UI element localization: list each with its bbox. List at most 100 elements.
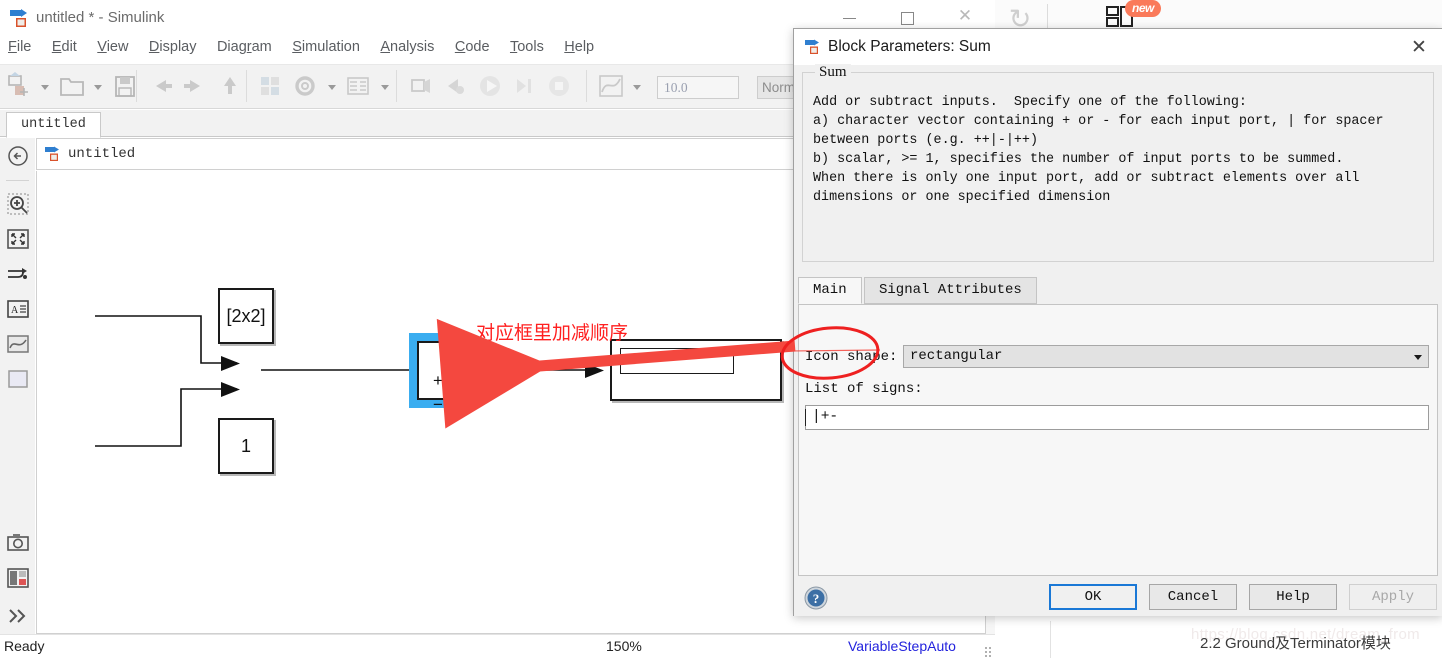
simulation-mode-select[interactable]: Norm <box>757 76 797 99</box>
menu-edit[interactable]: Edit <box>44 36 85 58</box>
dialog-title: Block Parameters: Sum <box>828 38 991 56</box>
sum-block[interactable]: + − <box>409 333 465 408</box>
new-model-caret-icon[interactable] <box>38 68 52 104</box>
tab-untitled[interactable]: untitled <box>6 112 101 138</box>
scope-viewer-icon[interactable] <box>6 332 30 356</box>
icon-shape-label: Icon shape: <box>805 349 897 365</box>
menu-analysis[interactable]: Analysis <box>372 36 442 58</box>
status-ready-text: Ready <box>4 638 44 654</box>
canvas-red-annotation: 对应框里加减顺序 <box>476 318 628 345</box>
block-description: Add or subtract inputs. Specify one of t… <box>813 93 1427 207</box>
step-forward-icon[interactable] <box>509 68 539 104</box>
menu-file[interactable]: File <box>0 36 39 58</box>
toolbar-divider-1 <box>136 70 137 102</box>
simulink-icon <box>8 7 30 29</box>
background-heading: 2.2 Ground及Terminator模块 <box>1200 632 1391 653</box>
annotation-icon[interactable]: A <box>6 297 30 321</box>
tab-main[interactable]: Main <box>798 277 862 304</box>
list-of-signs-value: |+- <box>812 409 838 425</box>
simulink-model-icon <box>44 145 62 163</box>
help-question-icon[interactable]: ? <box>804 586 828 610</box>
up-arrow-icon[interactable] <box>215 68 245 104</box>
tab-panel-main: Icon shape: rectangular List of signs: |… <box>798 304 1438 576</box>
sum-minus-sign: − <box>433 395 443 415</box>
run-icon[interactable] <box>475 68 505 104</box>
dialog-title-bar: Block Parameters: Sum ✕ <box>794 29 1442 65</box>
background-divider <box>1050 621 1051 658</box>
status-bar: Ready 150% VariableStepAuto <box>0 634 995 658</box>
list-of-signs-input[interactable]: |+- <box>805 405 1429 430</box>
display-block-readout <box>620 348 734 374</box>
model-config-caret-icon[interactable] <box>325 68 339 104</box>
open-folder-caret-icon[interactable] <box>91 68 105 104</box>
text-caret <box>805 409 806 426</box>
model-explorer-icon[interactable] <box>343 68 373 104</box>
toolbar-divider-3 <box>396 70 397 102</box>
dialog-body: Sum Add or subtract inputs. Specify one … <box>794 65 1442 580</box>
list-of-signs-label: List of signs: <box>805 381 923 397</box>
icon-shape-value: rectangular <box>910 348 1002 364</box>
simulation-time-input[interactable]: 10.0 <box>657 76 739 99</box>
toolbar-divider-2 <box>246 70 247 102</box>
block-icon[interactable] <box>6 367 30 391</box>
dialog-footer: ? OK Cancel Help Apply <box>794 580 1442 616</box>
model-explorer-caret-icon[interactable] <box>378 68 392 104</box>
new-model-icon[interactable] <box>4 68 34 104</box>
library-browser-icon[interactable] <box>256 68 286 104</box>
step-back-icon[interactable] <box>440 68 470 104</box>
menu-view[interactable]: View <box>89 36 136 58</box>
menu-display[interactable]: Display <box>141 36 205 58</box>
menu-diagram[interactable]: Diagram <box>209 36 280 58</box>
simulink-block-icon <box>804 38 822 56</box>
canvas-left-toolbar: A <box>0 138 35 634</box>
forward-arrow-icon[interactable] <box>180 68 210 104</box>
svg-text:A: A <box>11 305 19 316</box>
apply-button: Apply <box>1349 584 1437 610</box>
constant-1-block[interactable]: 1 <box>218 418 274 474</box>
sum-block-body: + − <box>417 341 457 400</box>
ok-button[interactable]: OK <box>1049 584 1137 610</box>
back-arrow-icon[interactable] <box>146 68 176 104</box>
block-parameters-dialog: Block Parameters: Sum ✕ Sum Add or subtr… <box>793 28 1442 616</box>
status-solver-link[interactable]: VariableStepAuto <box>848 638 956 654</box>
signal-routing-icon[interactable] <box>6 262 30 286</box>
status-zoom-level[interactable]: 150% <box>606 638 642 654</box>
description-group: Sum Add or subtract inputs. Specify one … <box>802 72 1434 262</box>
dialog-tabs: Main Signal Attributes <box>798 277 1438 305</box>
svg-text:?: ? <box>813 591 820 606</box>
tab-signal-attributes[interactable]: Signal Attributes <box>864 277 1037 304</box>
constant-1-label: 1 <box>220 420 272 472</box>
back-to-parent-icon[interactable] <box>6 144 30 168</box>
menu-code[interactable]: Code <box>447 36 498 58</box>
print-image-icon[interactable] <box>6 566 30 590</box>
window-title: untitled * - Simulink <box>36 9 164 26</box>
icon-shape-select[interactable]: rectangular <box>903 345 1429 368</box>
scope-icon[interactable] <box>596 68 626 104</box>
toolbar-divider-4 <box>586 70 587 102</box>
scope-caret-icon[interactable] <box>630 68 644 104</box>
left-toolbar-divider <box>6 180 29 181</box>
display-block[interactable] <box>610 339 782 401</box>
stop-icon[interactable] <box>544 68 574 104</box>
group-legend: Sum <box>815 64 851 81</box>
expand-more-icon[interactable] <box>6 604 30 628</box>
chevron-down-icon <box>1414 355 1422 360</box>
sum-plus-sign: + <box>433 371 443 391</box>
open-folder-icon[interactable] <box>57 68 87 104</box>
update-model-icon[interactable] <box>406 68 436 104</box>
menu-help[interactable]: Help <box>556 36 602 58</box>
new-badge: new <box>1125 0 1161 17</box>
snapshot-camera-icon[interactable] <box>6 531 30 555</box>
menu-simulation[interactable]: Simulation <box>284 36 368 58</box>
menu-tools[interactable]: Tools <box>502 36 552 58</box>
zoom-icon[interactable] <box>6 192 30 216</box>
resize-grip[interactable] <box>985 644 993 654</box>
constant-2x2-label: [2x2] <box>220 290 272 342</box>
cancel-button[interactable]: Cancel <box>1149 584 1237 610</box>
model-configuration-icon[interactable] <box>290 68 320 104</box>
dialog-close-button[interactable]: ✕ <box>1406 35 1432 61</box>
fit-to-view-icon[interactable] <box>6 227 30 251</box>
constant-2x2-block[interactable]: [2x2] <box>218 288 274 344</box>
help-button[interactable]: Help <box>1249 584 1337 610</box>
breadcrumb-label[interactable]: untitled <box>68 146 135 162</box>
